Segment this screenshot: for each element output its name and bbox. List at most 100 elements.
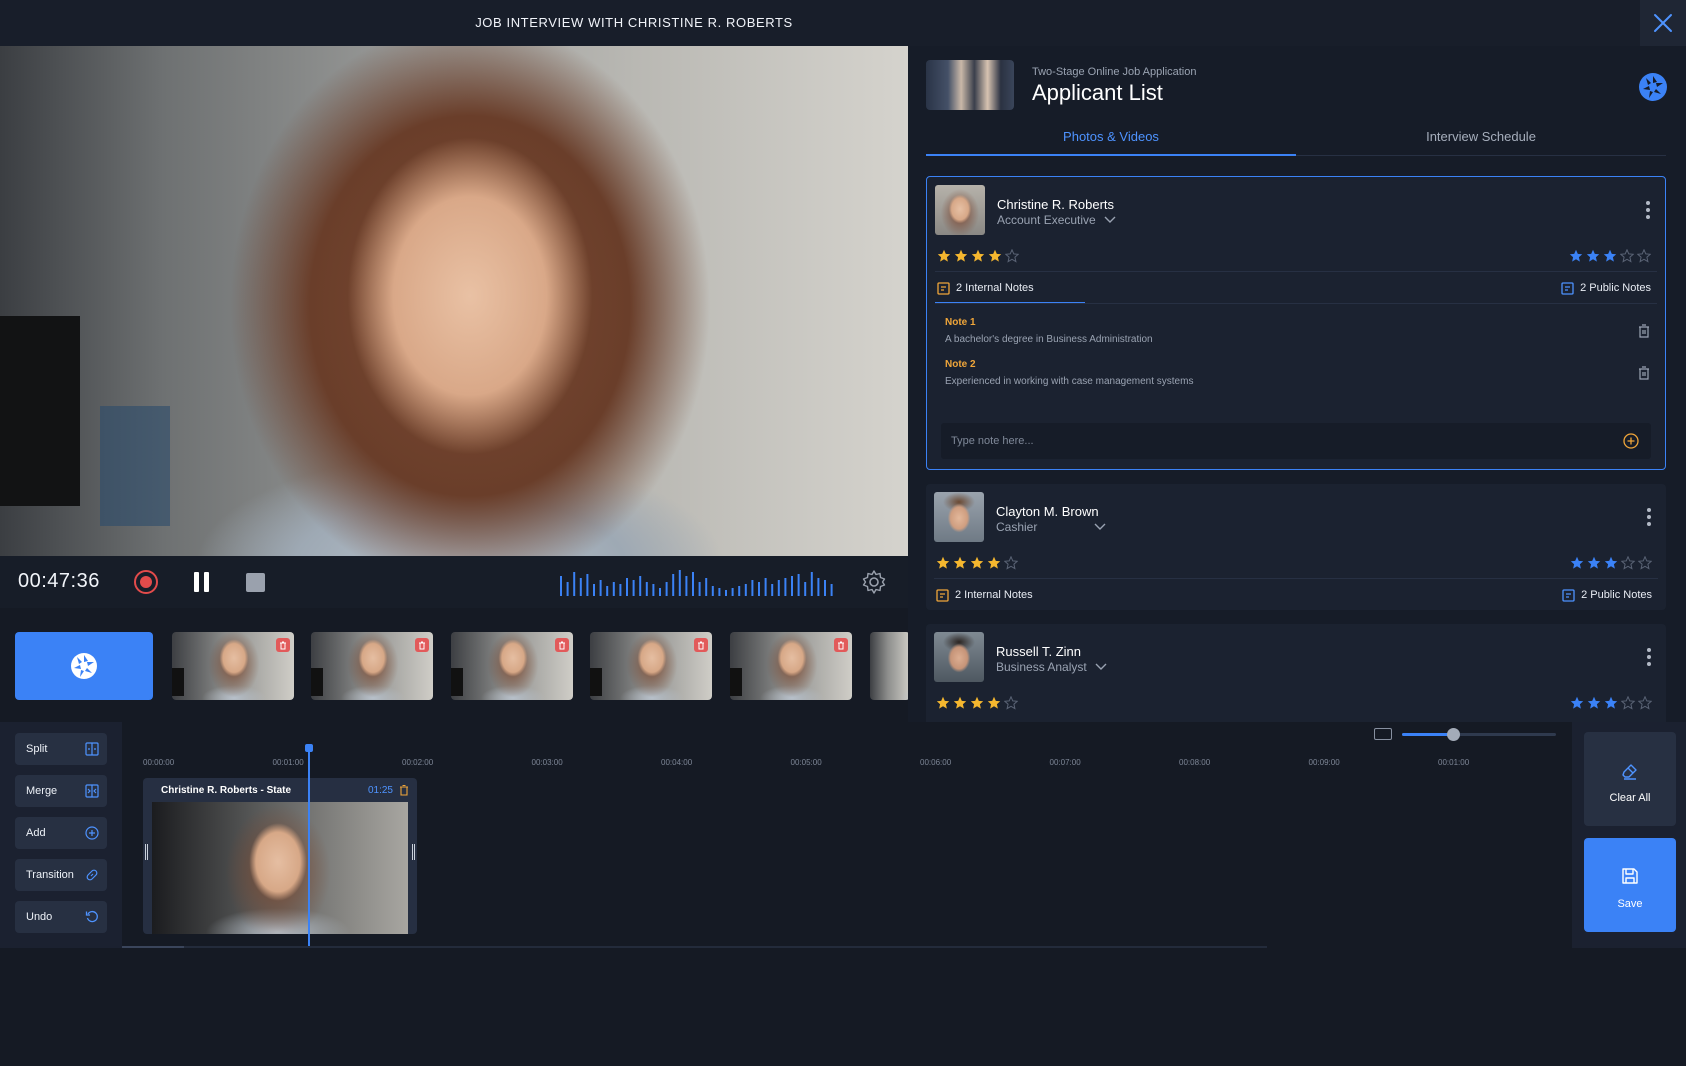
rating-stars[interactable] — [1569, 249, 1651, 263]
zoom-slider[interactable] — [1402, 728, 1556, 741]
applicant-card[interactable]: Clayton M. Brown Cashier 2 Internal Note… — [926, 484, 1666, 610]
note-input[interactable] — [941, 423, 1601, 459]
star-icon[interactable] — [1570, 556, 1584, 570]
playhead[interactable] — [305, 744, 313, 948]
waveform-bar — [566, 582, 569, 596]
delete-snapshot-button[interactable] — [415, 638, 429, 652]
snapshot-thumbnail[interactable] — [870, 632, 908, 700]
star-icon[interactable] — [970, 696, 984, 710]
delete-snapshot-button[interactable] — [834, 638, 848, 652]
merge-button[interactable]: Merge — [15, 775, 107, 807]
star-icon[interactable] — [953, 696, 967, 710]
star-icon[interactable] — [988, 249, 1002, 263]
snapshot-thumbnail[interactable] — [311, 632, 433, 700]
snapshot-thumbnail[interactable] — [451, 632, 573, 700]
pause-button[interactable] — [192, 572, 212, 592]
timeline-clip[interactable]: Christine R. Roberts - State 01:25 — [143, 778, 417, 934]
rating-stars[interactable] — [937, 249, 1019, 263]
timeline-ruler[interactable]: 00:00:00 00:01:00 00:02:00 00:03:00 00:04:00… — [122, 722, 1572, 770]
add-button[interactable]: Add — [15, 817, 107, 849]
snapshot-thumbnail[interactable] — [590, 632, 712, 700]
timeline-tick-label: 00:01:00 — [1438, 758, 1470, 767]
star-icon[interactable] — [1604, 556, 1618, 570]
tab-interview-schedule[interactable]: Interview Schedule — [1296, 122, 1666, 156]
settings-button[interactable] — [860, 568, 888, 596]
star-icon[interactable] — [936, 696, 950, 710]
empty-area — [0, 948, 1686, 1066]
clip-trim-handle-left[interactable] — [145, 844, 148, 860]
internal-notes-tab[interactable]: 2 Internal Notes — [936, 580, 1033, 610]
star-icon[interactable] — [954, 249, 968, 263]
zoom-fit-icon[interactable] — [1374, 728, 1392, 740]
applicant-role[interactable]: Cashier — [996, 520, 1106, 534]
internal-notes-tab[interactable]: 2 Internal Notes — [935, 273, 1085, 304]
star-icon[interactable] — [987, 696, 1001, 710]
star-icon[interactable] — [1603, 249, 1617, 263]
star-icon[interactable] — [1587, 556, 1601, 570]
star-icon[interactable] — [937, 249, 951, 263]
applicant-card[interactable]: Christine R. Roberts Account Executive 2… — [926, 176, 1666, 470]
star-icon[interactable] — [1621, 696, 1635, 710]
timeline-track[interactable]: 00:00:00 00:01:00 00:02:00 00:03:00 00:04:00… — [122, 722, 1572, 948]
star-icon[interactable] — [953, 556, 967, 570]
star-icon[interactable] — [1587, 696, 1601, 710]
clip-trim-handle-right[interactable] — [412, 844, 415, 860]
zoom-slider-handle[interactable] — [1446, 728, 1460, 741]
capture-button[interactable] — [15, 632, 153, 700]
transition-button[interactable]: Transition — [15, 859, 107, 891]
record-button[interactable] — [134, 570, 158, 594]
star-icon[interactable] — [1621, 556, 1635, 570]
rating-stars[interactable] — [1570, 556, 1652, 570]
star-icon[interactable] — [1570, 696, 1584, 710]
star-icon[interactable] — [1638, 696, 1652, 710]
add-note-icon[interactable] — [1623, 433, 1639, 449]
star-icon[interactable] — [970, 556, 984, 570]
more-options-button[interactable] — [1646, 648, 1652, 668]
split-button[interactable]: Split — [15, 733, 107, 765]
close-button[interactable] — [1640, 0, 1686, 46]
star-icon[interactable] — [1638, 556, 1652, 570]
star-icon[interactable] — [1637, 249, 1651, 263]
public-notes-tab[interactable]: 2 Public Notes — [1562, 580, 1652, 610]
star-icon[interactable] — [1620, 249, 1634, 263]
star-icon[interactable] — [1004, 696, 1018, 710]
trash-icon[interactable] — [1637, 365, 1651, 381]
applicant-card[interactable]: Russell T. Zinn Business Analyst — [926, 624, 1666, 722]
star-icon[interactable] — [1004, 556, 1018, 570]
note-item: Note 1 A bachelor's degree in Business A… — [945, 317, 1651, 351]
star-icon[interactable] — [936, 556, 950, 570]
snapshot-thumbnail[interactable] — [172, 632, 294, 700]
star-icon[interactable] — [1604, 696, 1618, 710]
chevron-down-icon — [1095, 663, 1107, 670]
rating-stars[interactable] — [1570, 696, 1652, 710]
stop-button[interactable] — [246, 573, 265, 592]
video-preview[interactable] — [0, 46, 908, 556]
star-icon[interactable] — [1586, 249, 1600, 263]
tab-photos-videos[interactable]: Photos & Videos — [926, 122, 1296, 156]
more-options-button[interactable] — [1646, 508, 1652, 528]
rating-stars[interactable] — [936, 696, 1018, 710]
more-options-button[interactable] — [1645, 201, 1651, 221]
applicant-role[interactable]: Business Analyst — [996, 660, 1107, 674]
star-icon[interactable] — [1005, 249, 1019, 263]
timeline-tick-label: 00:03:00 — [531, 758, 563, 767]
waveform-bar — [764, 578, 767, 596]
star-icon[interactable] — [987, 556, 1001, 570]
delete-snapshot-button[interactable] — [555, 638, 569, 652]
panel-subtitle: Two-Stage Online Job Application — [1032, 66, 1197, 78]
clear-all-button[interactable]: Clear All — [1584, 732, 1676, 826]
trash-icon[interactable] — [1637, 323, 1651, 339]
note-item: Note 2 Experienced in working with case … — [945, 359, 1651, 393]
star-icon[interactable] — [1569, 249, 1583, 263]
close-icon — [1654, 14, 1672, 32]
star-icon[interactable] — [971, 249, 985, 263]
public-notes-tab[interactable]: 2 Public Notes — [1561, 273, 1651, 303]
undo-button[interactable]: Undo — [15, 901, 107, 933]
delete-snapshot-button[interactable] — [276, 638, 290, 652]
applicant-role[interactable]: Account Executive — [997, 213, 1116, 227]
delete-snapshot-button[interactable] — [694, 638, 708, 652]
save-button[interactable]: Save — [1584, 838, 1676, 932]
rating-stars[interactable] — [936, 556, 1018, 570]
snapshot-thumbnail[interactable] — [730, 632, 852, 700]
trash-icon[interactable] — [399, 784, 409, 796]
